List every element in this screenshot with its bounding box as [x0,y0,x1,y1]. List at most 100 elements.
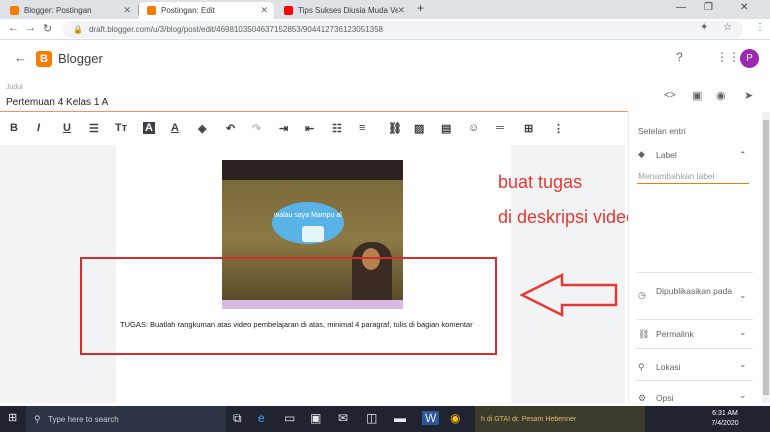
file-explorer-icon[interactable]: ▭ [284,411,295,425]
post-title-input[interactable]: Pertemuan 4 Kelas 1 A [6,97,108,108]
mail-icon[interactable]: ✉ [338,411,348,425]
search-icon: ⚲ [34,413,41,424]
insert-video-icon[interactable]: ▤ [441,122,451,135]
chevron-down-icon[interactable]: ⌄ [739,327,747,338]
font-size-icon[interactable]: Tт [115,122,127,134]
address-bar[interactable]: 🔒 draft.blogger.com/u/3/blog/post/edit/4… [63,21,743,38]
tab-postingan-edit[interactable]: Postingan: Edit ✕ [139,2,274,19]
preview-eye-icon[interactable]: ◉ [716,89,726,102]
bulleted-list-icon[interactable]: ☷ [332,122,342,135]
numbered-list-icon[interactable]: ≡ [359,122,365,134]
chevron-up-icon[interactable]: ⌃ [739,150,747,161]
taskbar-search-box[interactable]: ⚲ Type here to search [26,406,226,432]
close-window-icon[interactable]: ✕ [740,2,748,13]
chevron-down-icon[interactable]: ⌄ [739,359,747,370]
redo-icon[interactable]: ↷ [252,122,261,135]
highlight-box [80,257,497,355]
jump-break-icon[interactable]: ═ [496,122,504,134]
settings-header: Setelan entri [638,126,686,136]
url-text: draft.blogger.com/u/3/blog/post/edit/469… [88,25,384,34]
highlight-color-icon[interactable]: ◈ [198,122,206,135]
panel-scrollbar-thumb[interactable] [763,120,769,395]
store-icon[interactable]: ▣ [310,411,321,425]
permalink-icon: ⛓ [638,329,650,339]
close-tab-icon[interactable]: ✕ [397,5,405,16]
title-underline [0,111,628,112]
emoji-icon[interactable]: ☺ [468,122,479,134]
bookmark-star-icon[interactable]: ☆ [723,22,732,33]
insert-image-icon[interactable]: ▨ [414,122,424,135]
word-app-icon[interactable]: W [422,411,440,425]
windows-taskbar: ⊞ ⚲ Type here to search ⧉ e ▭ ▣ ✉ ◫ ▬ W … [0,406,770,432]
undo-icon[interactable]: ↶ [226,122,235,135]
tab-label: Tips Sukses Diusia Muda Versi Al [298,6,398,15]
title-field-label: Judul [6,84,23,91]
back-icon[interactable]: ← [8,22,19,34]
clock-time: 6:31 AM [712,410,738,417]
restore-icon[interactable]: ❐ [704,2,713,13]
play-icon[interactable] [302,226,324,242]
address-row: ← → ↻ 🔒 draft.blogger.com/u/3/blog/post/… [0,19,770,40]
tab-label: Postingan: Edit [161,6,215,15]
news-ticker[interactable]: h di GTAI dr. Pesam Hebenner [475,406,645,432]
close-tab-icon[interactable]: ✕ [123,5,131,16]
forward-icon[interactable]: → [25,22,36,34]
blogger-favicon-icon [147,6,156,15]
tab-blogger-postingan[interactable]: Blogger: Postingan ✕ [2,2,137,19]
outdent-icon[interactable]: ⇤ [305,122,314,135]
chrome-app-icon[interactable]: ◉ [450,411,460,425]
label-section-title[interactable]: Label [656,150,677,160]
explorer-folder-icon[interactable]: ▬ [394,411,406,425]
youtube-favicon-icon [284,6,293,15]
app-header: ← B Blogger ? ⋮⋮ P [0,40,770,78]
close-tab-icon[interactable]: ✕ [260,5,268,16]
underline-icon[interactable]: U [63,122,71,134]
tab-strip: Blogger: Postingan ✕ Postingan: Edit ✕ T… [0,0,770,19]
taskbar-clock[interactable]: 6:31 AM 7/4/2020 [700,409,750,429]
edge-browser-icon[interactable]: e [258,411,265,425]
label-input[interactable]: Menambahkan label [638,171,715,181]
more-options-icon[interactable]: ⋮ [553,122,564,135]
html-view-icon[interactable]: <> [664,90,676,101]
search-placeholder: Type here to search [48,414,119,424]
schedule-clock-icon: ◷ [638,290,646,300]
bold-icon[interactable]: B [10,122,18,134]
chevron-down-icon[interactable]: ⌄ [739,290,747,301]
back-arrow-icon[interactable]: ← [14,50,27,65]
annotation-line-2: di deskripsi video [498,207,637,227]
formatting-toolbar: B I U ☰ Tт A A ◈ ↶ ↷ ⇥ ⇤ ☷ ≡ ⛓ ▨ ▤ ☺ ═ ⊞… [0,118,625,142]
options-section-title[interactable]: Opsi [656,393,673,403]
link-icon[interactable]: ⛓ [388,122,402,135]
reload-icon[interactable]: ↻ [43,22,52,35]
italic-icon[interactable]: I [37,122,40,134]
publish-send-icon[interactable]: ➤ [744,89,753,102]
location-section-title[interactable]: Lokasi [656,362,681,372]
table-icon[interactable]: ⊞ [524,122,533,135]
extensions-icon[interactable]: ✦ [700,22,708,33]
strikethrough-icon[interactable]: ☰ [89,122,99,135]
indent-icon[interactable]: ⇥ [279,122,288,135]
windows-start-icon[interactable]: ⊞ [8,411,17,424]
post-settings-panel: Setelan entri ◆ Label ⌃ Menambahkan labe… [628,112,760,403]
lock-icon: 🔒 [73,25,83,34]
app-title: Blogger [58,51,103,66]
text-style-icon[interactable]: A [143,122,155,134]
minimize-icon[interactable]: — [676,2,686,13]
published-section-title[interactable]: Dipublikasikan pada [656,284,736,298]
chevron-down-icon[interactable]: ⌄ [739,390,747,401]
annotation-line-1: buat tugas [498,172,583,192]
help-icon[interactable]: ? [676,50,683,64]
permalink-section-title[interactable]: Permalink [656,329,694,339]
save-icon[interactable]: ▣ [692,89,702,102]
media-app-icon[interactable]: ◫ [366,411,377,425]
blogger-logo[interactable]: B [36,51,52,67]
text-color-icon[interactable]: A [171,122,179,134]
location-pin-icon: ⚲ [638,362,645,372]
avatar[interactable]: P [740,49,759,68]
apps-grid-icon[interactable]: ⋮⋮ [716,50,740,64]
tab-youtube-video[interactable]: Tips Sukses Diusia Muda Versi Al ✕ [276,2,411,19]
new-tab-icon[interactable]: + [417,1,424,15]
menu-icon[interactable]: ⋮ [755,22,765,33]
clock-date: 7/4/2020 [711,420,739,427]
task-view-icon[interactable]: ⧉ [233,411,242,426]
